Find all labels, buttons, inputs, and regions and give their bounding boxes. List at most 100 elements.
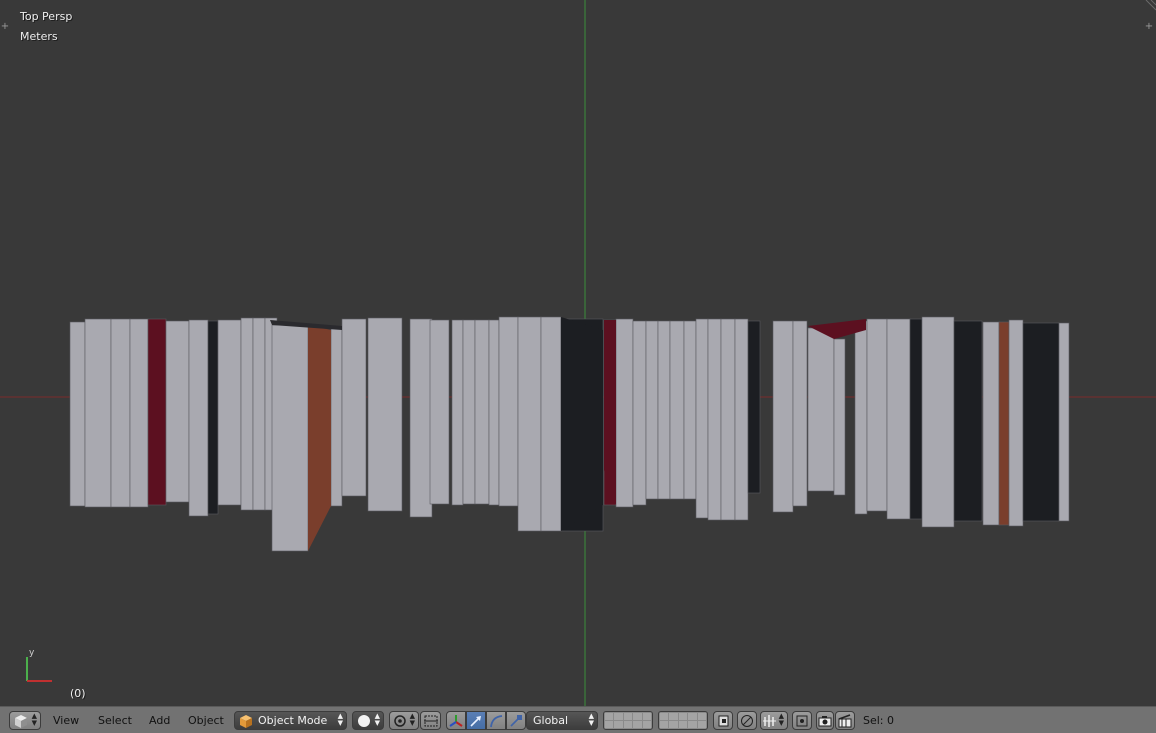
book-object-0[interactable] (69, 321, 86, 507)
book-object-20[interactable] (474, 319, 490, 505)
book-object-9[interactable] (240, 317, 254, 511)
lock-layers-button[interactable] (713, 711, 733, 730)
book-object-28[interactable] (632, 320, 647, 506)
book-object-19[interactable] (462, 319, 476, 505)
render-opengl-still-button[interactable] (816, 711, 834, 730)
book-object-12[interactable] (271, 324, 309, 552)
book-object-43[interactable] (866, 318, 888, 512)
book-object-17[interactable] (429, 319, 450, 505)
snap-target-button[interactable] (792, 711, 812, 730)
book-object-29[interactable] (645, 320, 659, 500)
book-object-52[interactable] (1058, 322, 1070, 522)
book-object-10[interactable] (252, 317, 266, 511)
book-object-16[interactable] (409, 318, 433, 518)
viewport-header: ▲ ▼ View Select Add Object Object Mode ▲ ▼… (0, 706, 1156, 733)
right-region-toggle-icon[interactable]: + (1144, 22, 1154, 32)
book-object-8[interactable] (217, 319, 242, 506)
viewport-units: Meters (20, 30, 58, 43)
3d-viewport[interactable]: Top Persp Meters + + y (0) (0, 0, 1156, 706)
proportional-edit-button[interactable] (737, 711, 757, 730)
render-animation-icon (838, 714, 852, 728)
editor-type-cube-icon (15, 715, 27, 728)
viewport-shading-sphere-icon (358, 715, 370, 727)
book-object-22[interactable] (498, 316, 519, 507)
book-object-14[interactable] (341, 318, 367, 497)
pivot-center-icon (424, 715, 438, 727)
manipulator-center-button[interactable] (420, 711, 441, 730)
menu-add[interactable]: Add (149, 711, 170, 730)
rotate-manipulator-button[interactable] (486, 711, 506, 730)
book-object-47[interactable] (953, 320, 983, 522)
mode-dropdown[interactable]: Object Mode ▲ ▼ (234, 711, 347, 730)
book-object-35[interactable] (720, 318, 736, 521)
snap-element-dropdown[interactable]: ▲ ▼ (760, 711, 788, 730)
bookshelf-objects (69, 316, 1070, 552)
manipulator-toggle-icon (449, 715, 463, 727)
pivot-point-icon (394, 715, 406, 727)
book-object-18[interactable] (451, 319, 464, 506)
current-frame: (0) (70, 687, 86, 700)
proportional-edit-icon (741, 715, 753, 727)
book-object-45[interactable] (909, 318, 923, 520)
book-object-48[interactable] (982, 321, 1000, 526)
book-object-7[interactable] (207, 320, 219, 515)
orientation-label: Global (533, 714, 569, 727)
book-object-15[interactable] (367, 317, 403, 512)
book-object-41[interactable] (833, 338, 846, 496)
book-object-39[interactable] (792, 320, 808, 507)
book-object-24[interactable] (540, 316, 562, 532)
book-object-36[interactable] (734, 318, 749, 521)
scale-arrow-icon (510, 715, 522, 727)
layers-grid-2[interactable] (658, 711, 708, 730)
render-camera-icon (818, 716, 832, 727)
viewport-shading-dropdown[interactable]: ▲ ▼ (352, 711, 384, 730)
book-object-42[interactable] (854, 320, 868, 515)
book-object-49[interactable] (998, 321, 1010, 526)
book-object-13[interactable] (330, 327, 343, 507)
book-object-1[interactable] (84, 318, 112, 508)
menu-select[interactable]: Select (98, 711, 132, 730)
book-object-3[interactable] (129, 318, 149, 508)
scale-manipulator-button[interactable] (506, 711, 526, 730)
layers-grid-1[interactable] (603, 711, 653, 730)
rotate-arc-icon (490, 715, 503, 728)
book-object-50[interactable] (1008, 319, 1024, 527)
manipulator-toggle-button[interactable] (446, 711, 466, 730)
book-object-27[interactable] (615, 318, 634, 508)
gizmo-y-label: y (29, 648, 35, 658)
book-object-33[interactable] (695, 318, 709, 519)
book-object-44[interactable] (886, 318, 911, 520)
book-object-23[interactable] (517, 316, 542, 532)
editor-type-button[interactable]: ▲ ▼ (9, 711, 41, 730)
book-object-5[interactable] (165, 320, 190, 503)
book-object-31[interactable] (669, 320, 685, 500)
book-object-30[interactable] (657, 320, 671, 500)
book-object-34[interactable] (707, 318, 722, 521)
transform-orientation-dropdown[interactable]: Global ▲ ▼ (526, 711, 598, 730)
mode-label: Object Mode (258, 714, 328, 727)
book-object-37[interactable] (747, 320, 761, 494)
book-object-40[interactable] (807, 327, 835, 492)
axis-gizmo-icon: y (26, 648, 52, 682)
snap-target-icon (796, 715, 808, 727)
book-object-2[interactable] (110, 318, 131, 508)
area-split-corner-icon[interactable] (1140, 0, 1156, 16)
menu-object[interactable]: Object (188, 711, 224, 730)
book-object-32[interactable] (683, 320, 697, 500)
book-object-38[interactable] (772, 320, 794, 513)
lock-layers-icon (718, 715, 729, 727)
render-opengl-animation-button[interactable] (835, 711, 855, 730)
book-object-51[interactable] (1022, 322, 1060, 522)
translate-manipulator-button[interactable] (466, 711, 486, 730)
book-object-46[interactable] (921, 316, 955, 528)
book-side-face-0 (308, 325, 331, 551)
mode-cube-icon (240, 715, 252, 728)
book-object-6[interactable] (188, 319, 209, 517)
book-side-face-1 (561, 317, 603, 531)
translate-arrow-icon (470, 716, 481, 727)
left-region-toggle-icon[interactable]: + (0, 22, 10, 32)
book-object-4[interactable] (147, 318, 167, 506)
pivot-point-dropdown[interactable]: ▲ ▼ (389, 711, 419, 730)
menu-view[interactable]: View (53, 711, 79, 730)
book-object-21[interactable] (488, 319, 500, 506)
